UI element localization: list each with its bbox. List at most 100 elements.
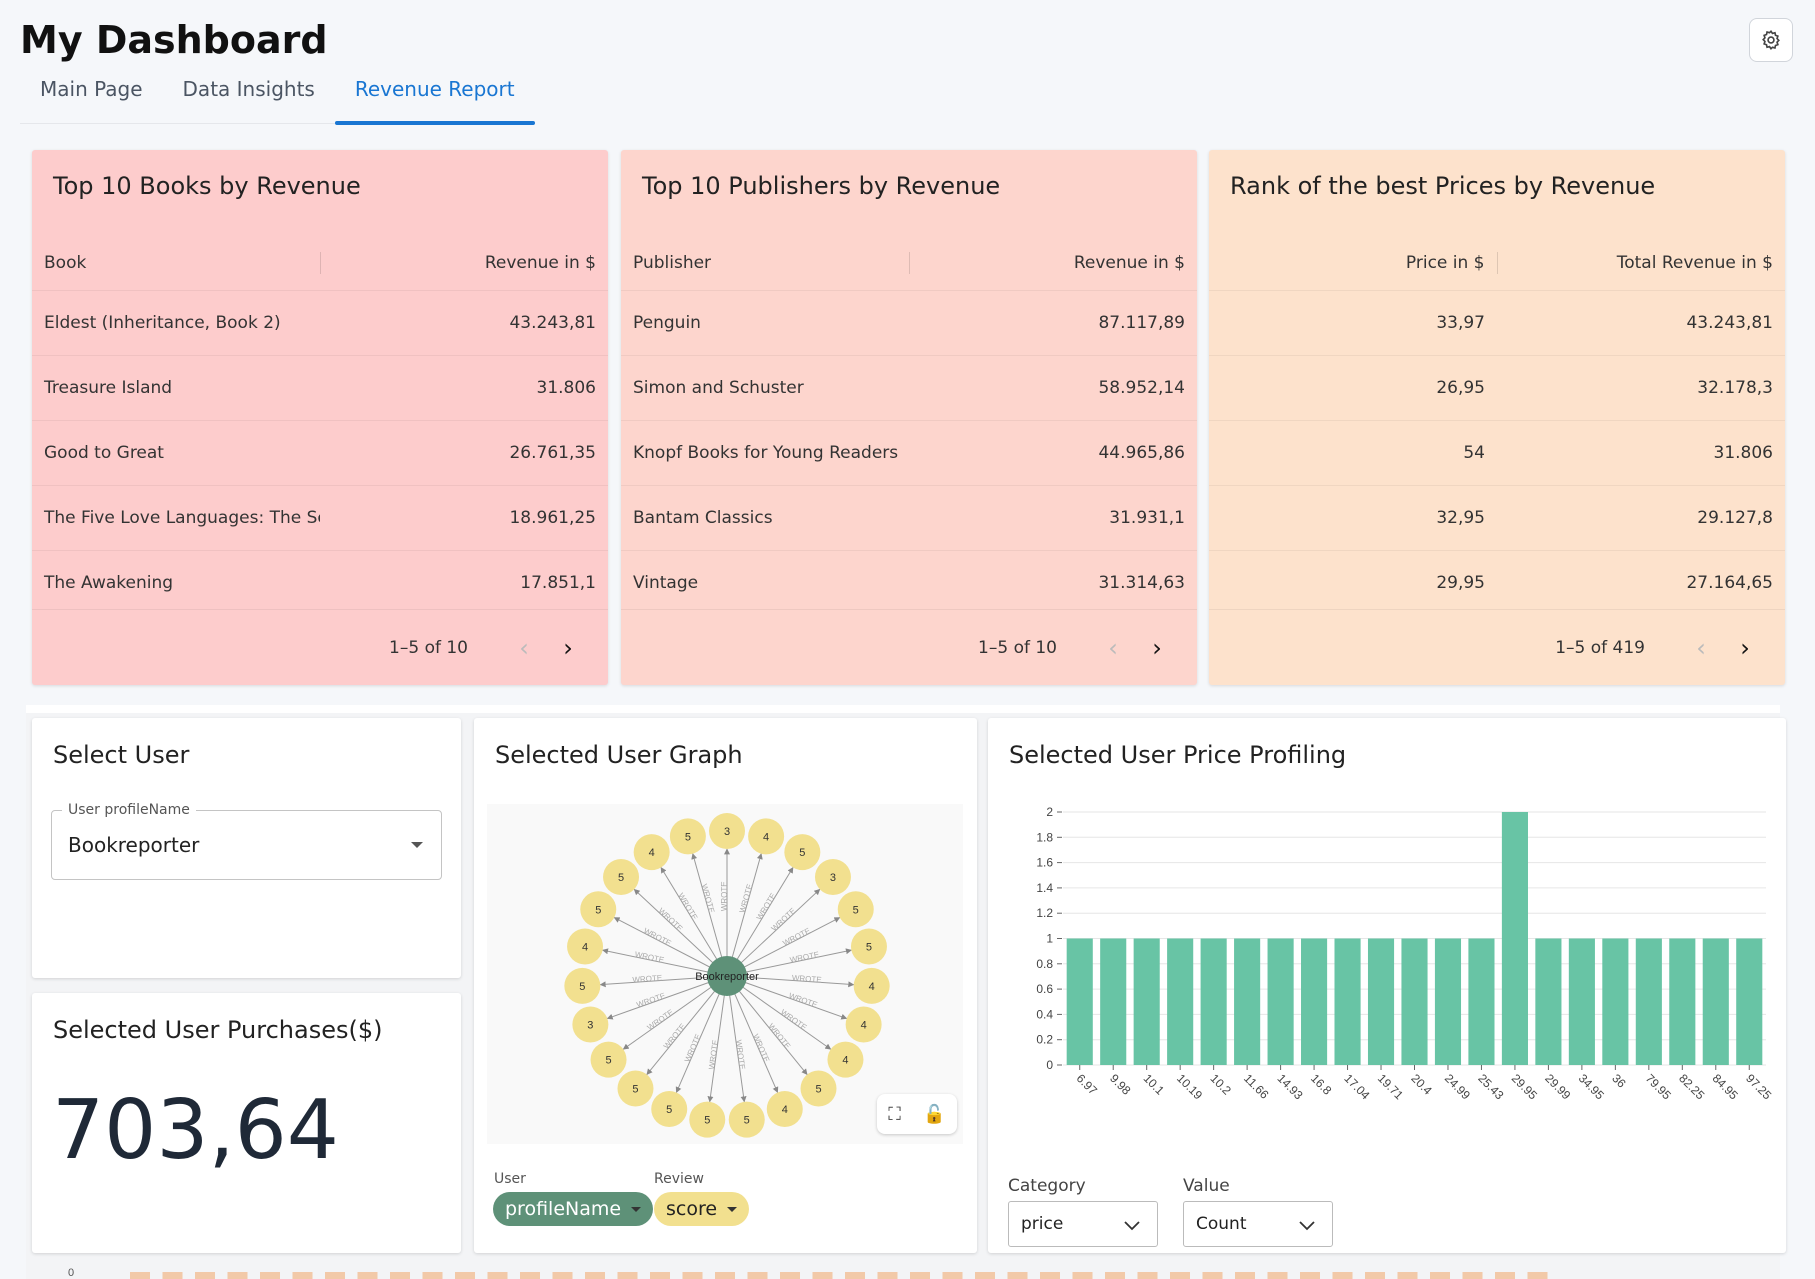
bar[interactable] — [1736, 938, 1763, 1066]
x-tick-label: 10.2 — [1208, 1071, 1235, 1098]
column-header-revenue[interactable]: Revenue in $ — [910, 253, 1198, 273]
bar[interactable] — [1100, 938, 1127, 1066]
bar — [1527, 1272, 1548, 1279]
bar[interactable] — [1602, 938, 1629, 1066]
graph-node-label: 5 — [744, 1115, 750, 1127]
graph-canvas[interactable]: WROTE WROTE WROTE WROTE WROTE WROTE WROTE WROTE… — [487, 804, 963, 1144]
graph-node-label: 5 — [685, 831, 691, 843]
bar[interactable] — [1133, 938, 1160, 1066]
cell-revenue: 31.931,1 — [1109, 508, 1185, 528]
next-page-button[interactable]: › — [1135, 626, 1179, 670]
x-tick-label: 20.4 — [1408, 1071, 1435, 1098]
next-page-button[interactable]: › — [546, 626, 590, 670]
bar[interactable] — [1401, 938, 1428, 1066]
table-row[interactable]: 54 31.806 — [1209, 420, 1785, 485]
graph-node-label: 5 — [666, 1104, 672, 1116]
bar — [1462, 1272, 1483, 1279]
table-row[interactable]: Good to Great 26.761,35 — [32, 420, 608, 485]
prev-page-button[interactable]: ‹ — [1091, 626, 1135, 670]
user-select[interactable]: User profileName Bookreporter — [51, 802, 442, 880]
y-tick-label: 0 — [1046, 1058, 1053, 1072]
user-caption-chip[interactable]: profileName — [493, 1192, 654, 1226]
bar[interactable] — [1501, 812, 1528, 1065]
column-header-book[interactable]: Book — [32, 253, 320, 273]
tab-data-insights[interactable]: Data Insights — [163, 70, 335, 124]
table-row[interactable]: Simon and Schuster 58.952,14 — [621, 355, 1197, 420]
bar[interactable] — [1669, 938, 1696, 1066]
table-row[interactable]: The Five Love Languages: The Secr 18.961,… — [32, 485, 608, 550]
partial-bottom-chart: 0 — [68, 1267, 1548, 1279]
table-row[interactable]: The Awakening 17.851,1 — [32, 550, 608, 615]
table-header: Book Revenue in $ — [32, 236, 608, 290]
graph-edge-label: WROTE — [751, 1033, 771, 1064]
graph-edge-label: WROTE — [766, 1022, 792, 1051]
graph-edge-label: WROTE — [787, 991, 818, 1009]
graph-node-label: 5 — [595, 904, 601, 916]
bar[interactable] — [1267, 938, 1294, 1066]
bar[interactable] — [1167, 938, 1194, 1066]
table-row[interactable]: 26,95 32.178,3 — [1209, 355, 1785, 420]
y-tick-label: 1.6 — [1036, 856, 1053, 870]
bar[interactable] — [1301, 938, 1328, 1066]
bar — [845, 1272, 865, 1279]
bar[interactable] — [1568, 938, 1595, 1066]
bar — [455, 1272, 475, 1279]
table-row[interactable]: 32,95 29.127,8 — [1209, 485, 1785, 550]
y-tick-label: 0 — [68, 1267, 74, 1279]
bar — [780, 1272, 800, 1279]
fit-view-icon[interactable]: ⛶ — [888, 1104, 901, 1125]
bar[interactable] — [1468, 938, 1495, 1066]
column-header-price[interactable]: Price in $ — [1209, 253, 1497, 273]
bar[interactable] — [1434, 938, 1462, 1066]
bar — [487, 1272, 508, 1279]
bar — [1170, 1272, 1190, 1279]
bar — [1397, 1272, 1418, 1279]
unlock-icon[interactable]: 🔓 — [923, 1104, 945, 1125]
table-row[interactable]: 29,95 27.164,65 — [1209, 550, 1785, 615]
table-body: Eldest (Inheritance, Book 2) 43.243,81 Tr… — [32, 290, 608, 615]
bar[interactable] — [1367, 938, 1395, 1066]
column-header-revenue[interactable]: Revenue in $ — [321, 253, 609, 273]
card-title: Selected User Graph — [495, 741, 743, 769]
bar[interactable] — [1535, 938, 1562, 1066]
graph-svg[interactable]: WROTE WROTE WROTEWROTEWROTEWROTEWROTEWROTE… — [487, 804, 963, 1144]
table-row[interactable]: Bantam Classics 31.931,1 — [621, 485, 1197, 550]
tab-main-page[interactable]: Main Page — [20, 70, 163, 124]
table-row[interactable]: Penguin 87.117,89 — [621, 290, 1197, 355]
table-row[interactable]: 33,97 43.243,81 — [1209, 290, 1785, 355]
bar — [195, 1272, 215, 1279]
category-select[interactable]: price — [1008, 1201, 1158, 1247]
graph-toolbar: ⛶ 🔓 — [877, 1094, 957, 1134]
bar[interactable] — [1702, 938, 1729, 1066]
bar[interactable] — [1200, 938, 1227, 1066]
table-row[interactable]: Treasure Island 31.806 — [32, 355, 608, 420]
table-row[interactable]: Vintage 31.314,63 — [621, 550, 1197, 615]
column-header-total-revenue[interactable]: Total Revenue in $ — [1498, 253, 1786, 273]
x-tick-label: 10.1 — [1141, 1071, 1168, 1098]
cell-total-revenue: 27.164,65 — [1686, 573, 1773, 593]
graph-edge-label: WROTE — [632, 973, 662, 984]
x-tick-label: 9.98 — [1107, 1071, 1134, 1098]
cell-price: 32,95 — [1436, 508, 1485, 528]
settings-button[interactable] — [1749, 18, 1793, 62]
table-row[interactable]: Eldest (Inheritance, Book 2) 43.243,81 — [32, 290, 608, 355]
cell-book: The Awakening — [44, 573, 174, 593]
bar[interactable] — [1635, 938, 1662, 1066]
next-page-button[interactable]: › — [1723, 626, 1767, 670]
prev-page-button[interactable]: ‹ — [1679, 626, 1723, 670]
cell-price: 33,97 — [1436, 313, 1485, 333]
card-title: Top 10 Books by Revenue — [53, 172, 361, 200]
bar[interactable] — [1066, 938, 1093, 1066]
tab-revenue-report[interactable]: Revenue Report — [334, 70, 535, 125]
bar — [877, 1272, 898, 1279]
prev-page-button[interactable]: ‹ — [502, 626, 546, 670]
price-bar-chart: 00.20.40.60.811.21.41.61.826.97 9.98 10.1 1… — [1036, 805, 1774, 1103]
value-select[interactable]: Count — [1183, 1201, 1333, 1247]
column-header-publisher[interactable]: Publisher — [621, 253, 909, 273]
table-row[interactable]: Knopf Books for Young Readers 44.965,86 — [621, 420, 1197, 485]
bar[interactable] — [1234, 938, 1261, 1066]
prices-revenue-card: Rank of the best Prices by Revenue Price… — [1209, 150, 1785, 685]
bar[interactable] — [1334, 938, 1361, 1066]
x-tick-label: 16.8 — [1308, 1071, 1335, 1098]
review-caption-chip[interactable]: score — [654, 1192, 750, 1226]
